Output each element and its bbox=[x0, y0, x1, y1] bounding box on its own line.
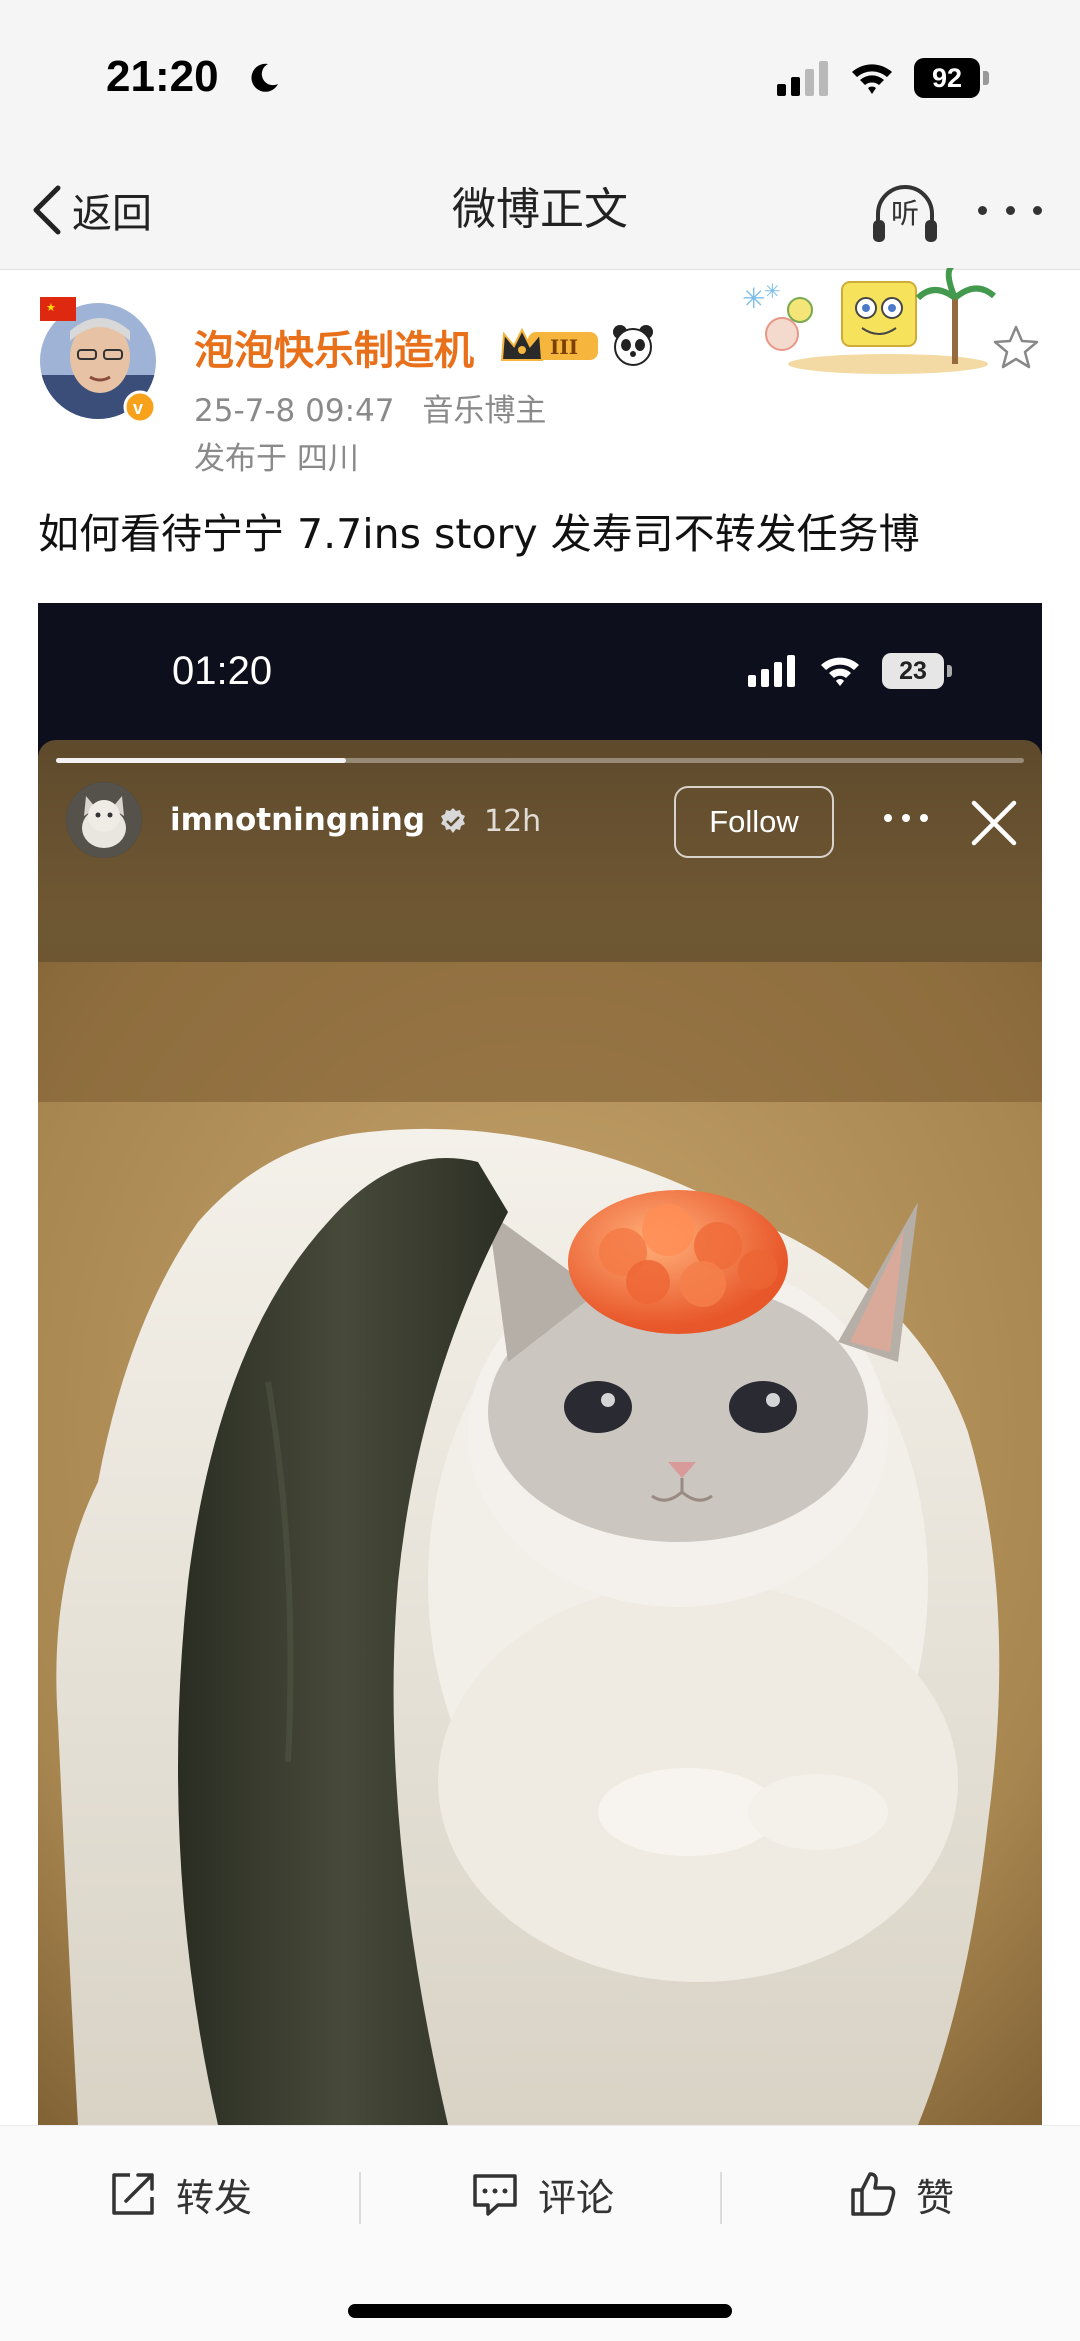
back-button[interactable]: 返回 bbox=[30, 180, 152, 240]
svg-text:✳: ✳ bbox=[742, 282, 765, 315]
post-image[interactable]: 01:20 23 imnotningning 12h Follow bbox=[38, 603, 1042, 2125]
repost-label: 转发 bbox=[176, 2175, 253, 2220]
wifi-icon bbox=[821, 657, 859, 686]
dot-icon bbox=[1005, 205, 1015, 215]
wifi-icon bbox=[852, 64, 892, 94]
moon-icon bbox=[251, 63, 278, 92]
post-meta: 25-7-8 09:47 音乐博主 bbox=[194, 385, 546, 430]
embedded-battery-indicator: 23 bbox=[882, 653, 952, 689]
back-label: 返回 bbox=[72, 191, 152, 237]
svg-text:v: v bbox=[133, 398, 143, 418]
svg-text:★: ★ bbox=[46, 301, 56, 314]
dot-icon bbox=[978, 205, 987, 215]
more-options-button[interactable] bbox=[978, 190, 1042, 230]
story-progress-fill bbox=[56, 758, 347, 763]
chevron-left-icon bbox=[33, 185, 61, 235]
story-progress-bar bbox=[56, 758, 1024, 763]
story-view: imnotningning 12h Follow bbox=[38, 740, 1042, 2125]
repost-icon bbox=[112, 2173, 154, 2215]
svg-text:✳: ✳ bbox=[764, 279, 781, 303]
dot-icon bbox=[920, 814, 928, 822]
like-button[interactable]: 赞 bbox=[848, 2162, 954, 2226]
nav-bar: 返回 微博正文 听 bbox=[0, 150, 1080, 270]
story-age: 12h bbox=[484, 804, 542, 839]
thumbs-up-icon bbox=[851, 2172, 896, 2216]
close-icon[interactable] bbox=[968, 797, 1020, 849]
divider bbox=[359, 2172, 361, 2224]
home-indicator bbox=[348, 2304, 732, 2318]
status-time: 21:20 bbox=[106, 52, 219, 101]
cellular-signal-icon bbox=[777, 61, 828, 96]
listen-label: 听 bbox=[890, 197, 919, 230]
comment-icon bbox=[473, 2174, 517, 2216]
star-icon[interactable] bbox=[990, 322, 1042, 374]
crown-badge-icon[interactable]: III bbox=[498, 322, 604, 368]
listen-button[interactable]: 听 bbox=[870, 180, 940, 246]
dot-icon bbox=[902, 814, 910, 822]
story-more-button[interactable] bbox=[884, 814, 928, 828]
author-avatar[interactable]: ★ v bbox=[38, 295, 158, 425]
embedded-status-time: 01:20 bbox=[172, 649, 273, 693]
battery-level: 92 bbox=[931, 63, 963, 93]
panda-icon bbox=[613, 325, 653, 366]
post-text: 如何看待宁宁 7.7ins story 发寿司不转发任务博 bbox=[38, 510, 920, 558]
dot-icon bbox=[884, 814, 892, 822]
embedded-battery-level: 23 bbox=[899, 657, 927, 685]
comment-button[interactable]: 评论 bbox=[470, 2162, 614, 2226]
flag-icon: ★ bbox=[40, 297, 76, 321]
cellular-signal-icon bbox=[748, 655, 795, 687]
divider bbox=[720, 2172, 722, 2224]
story-username[interactable]: imnotningning bbox=[170, 802, 425, 838]
author-role: 音乐博主 bbox=[422, 393, 547, 429]
story-user-avatar[interactable] bbox=[66, 782, 142, 858]
author-name[interactable]: 泡泡快乐制造机 bbox=[194, 318, 474, 376]
battery-indicator: 92 bbox=[914, 58, 990, 98]
post-date: 25-7-8 09:47 bbox=[194, 393, 395, 429]
dot-icon bbox=[1033, 205, 1042, 215]
follow-button[interactable]: Follow bbox=[674, 786, 834, 858]
embedded-status-bar: 01:20 23 bbox=[38, 603, 1042, 743]
repost-button[interactable]: 转发 bbox=[108, 2162, 252, 2226]
svg-text:III: III bbox=[550, 335, 578, 359]
verified-badge-icon bbox=[441, 808, 465, 833]
sushi-cat-photo bbox=[38, 962, 1042, 2125]
status-bar: 21:20 92 bbox=[0, 0, 1080, 150]
spongebob-sticker-icon: ✳ ✳ bbox=[742, 268, 996, 374]
like-label: 赞 bbox=[916, 2175, 955, 2220]
comment-label: 评论 bbox=[538, 2175, 615, 2220]
post-location: 发布于 四川 bbox=[194, 441, 359, 477]
